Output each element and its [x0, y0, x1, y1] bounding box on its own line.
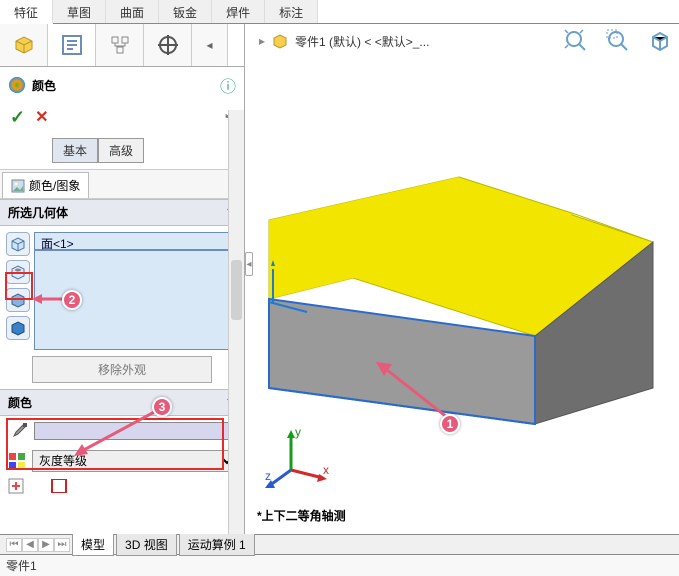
- tab-feature[interactable]: 特征: [0, 0, 53, 24]
- filter-face-button[interactable]: [6, 232, 30, 256]
- zoom-fit-icon[interactable]: [563, 28, 589, 54]
- filter-feature-button[interactable]: [6, 260, 30, 284]
- advanced-mode-button[interactable]: 高级: [98, 138, 144, 163]
- part-icon: [10, 31, 38, 59]
- target-icon: [156, 33, 180, 57]
- command-tabs: 特征 草图 曲面 钣金 焊件 标注: [0, 0, 679, 24]
- eyedropper-icon[interactable]: [10, 422, 28, 440]
- model-view-tabs: ⏮ ◀ ▶ ⏭ 模型 3D 视图 运动算例 1: [0, 534, 679, 554]
- part-outline-icon: [9, 319, 27, 337]
- dimxpert-tab[interactable]: [144, 24, 192, 66]
- tree-icon: [108, 33, 132, 57]
- annotation-1: 1: [440, 414, 460, 434]
- tab-sketch[interactable]: 草图: [53, 0, 106, 23]
- view-orientation-label: *上下二等角轴测: [257, 507, 346, 524]
- graphics-view[interactable]: ▸ 零件1 (默认) < <默认>_...: [245, 24, 679, 534]
- help-icon[interactable]: ⓘ: [220, 73, 236, 97]
- feature-hole-icon: [9, 263, 27, 281]
- annotation-2: 2: [62, 290, 82, 310]
- panel-scrollbar[interactable]: [228, 110, 244, 534]
- model-tab-3dview[interactable]: 3D 视图: [116, 533, 177, 556]
- appearance-icon: [8, 76, 26, 94]
- color-image-tab[interactable]: 颜色/图象: [2, 172, 89, 198]
- filter-part-button[interactable]: [6, 316, 30, 340]
- annotation-3: 3: [152, 397, 172, 417]
- basic-mode-button[interactable]: 基本: [52, 138, 98, 163]
- splitter-handle[interactable]: ◂: [245, 252, 253, 276]
- selection-list-item[interactable]: 面<1>: [34, 232, 238, 250]
- tab-weldment[interactable]: 焊件: [212, 0, 265, 23]
- body-icon: [9, 291, 27, 309]
- manager-tabs: ◂: [0, 24, 244, 67]
- status-bar: 零件1: [0, 554, 679, 576]
- cancel-button[interactable]: ✕: [35, 107, 48, 128]
- ok-button[interactable]: ✓: [10, 107, 25, 128]
- color-scheme-select[interactable]: 灰度等级: [32, 450, 236, 472]
- tab-annotation[interactable]: 标注: [265, 0, 318, 23]
- tab-sheetmetal[interactable]: 钣金: [159, 0, 212, 23]
- palette-icon[interactable]: [8, 452, 26, 470]
- tab-prev[interactable]: ◀: [22, 538, 38, 552]
- section-header-color[interactable]: 颜色 ⌃: [0, 389, 244, 416]
- model-tab-model[interactable]: 模型: [72, 533, 114, 556]
- remove-appearance-button[interactable]: 移除外观: [32, 356, 212, 383]
- svg-text:z: z: [265, 469, 271, 483]
- color-swatch[interactable]: [34, 422, 234, 440]
- add-swatch-icon[interactable]: [8, 478, 24, 494]
- property-manager-tab[interactable]: [48, 24, 96, 66]
- svg-text:y: y: [295, 425, 301, 439]
- image-icon: [11, 179, 25, 193]
- more-managers[interactable]: ◂: [192, 24, 228, 66]
- subtab-label: 颜色/图象: [29, 177, 80, 194]
- cube-face-icon: [9, 235, 27, 253]
- property-manager: ◂ 颜色 ⓘ ✓ ✕ ↙ 基本 高级 颜色/图象 所选几何体 ⌃: [0, 24, 245, 534]
- section-header-geometry[interactable]: 所选几何体 ⌃: [0, 199, 244, 226]
- model-tab-motion[interactable]: 运动算例 1: [179, 533, 255, 556]
- view-triad[interactable]: y x z: [263, 424, 333, 494]
- property-icon: [60, 33, 84, 57]
- tab-surface[interactable]: 曲面: [106, 0, 159, 23]
- section-title-color: 颜色: [8, 394, 32, 411]
- filter-body-button[interactable]: [6, 288, 30, 312]
- view-orient-icon[interactable]: [647, 28, 673, 54]
- part-node-label[interactable]: 零件1 (默认) < <默认>_...: [295, 33, 429, 50]
- swatch-row-icon[interactable]: [30, 479, 70, 493]
- tab-first[interactable]: ⏮: [6, 538, 22, 552]
- feature-manager-tab[interactable]: [0, 24, 48, 66]
- tree-expand-icon[interactable]: ▸: [259, 34, 265, 48]
- section-title-geometry: 所选几何体: [8, 204, 68, 221]
- zoom-area-icon[interactable]: [605, 28, 631, 54]
- tab-next[interactable]: ▶: [38, 538, 54, 552]
- svg-text:x: x: [323, 463, 329, 477]
- tab-last[interactable]: ⏭: [54, 538, 70, 552]
- config-manager-tab[interactable]: [96, 24, 144, 66]
- part-node-icon: [271, 32, 289, 50]
- panel-title: 颜色: [32, 77, 56, 94]
